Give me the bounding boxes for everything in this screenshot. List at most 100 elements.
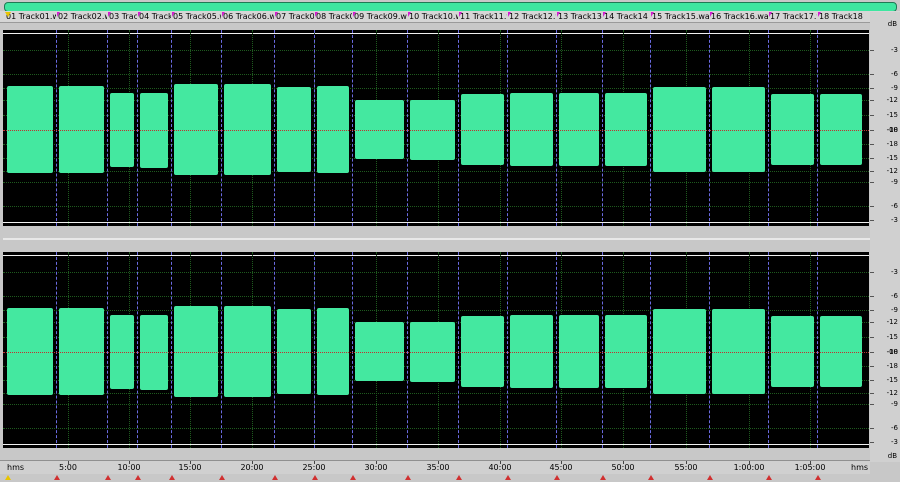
cue-marker-label[interactable]: 13 Track13 [557, 11, 602, 22]
right-channel-waveform[interactable] [3, 252, 869, 448]
cue-marker-icon[interactable] [312, 475, 318, 480]
grid-line-horizontal [3, 428, 869, 429]
cue-marker-line [137, 252, 138, 448]
db-scale-label: -15 [886, 111, 898, 119]
cue-marker-label[interactable]: 03 Track03.wav [108, 11, 137, 22]
cue-marker-label[interactable]: 06 Track06.wav [222, 11, 274, 22]
time-ruler-label: 40:00 [488, 463, 512, 472]
cue-marker-line [556, 30, 557, 226]
db-scale-tick [870, 88, 874, 89]
time-ruler-tick [749, 461, 750, 464]
time-ruler-tick [438, 461, 439, 464]
cue-marker-label[interactable]: 02 Track02.wav [57, 11, 107, 22]
db-scale-tick [870, 310, 874, 311]
time-ruler-label: 25:00 [302, 463, 326, 472]
db-scale-label: -18 [886, 362, 898, 370]
db-scale-label: -6 [891, 292, 898, 300]
db-scale-label: -9 [891, 178, 898, 186]
cue-marker-icon[interactable] [505, 475, 511, 480]
cue-marker-line [556, 252, 557, 448]
time-ruler-label: 15:00 [178, 463, 202, 472]
db-scale-tick [870, 115, 874, 116]
cue-marker-label[interactable]: 10 Track10.wav [408, 11, 458, 22]
db-scale-label: -00 [886, 126, 898, 134]
cue-marker-line [709, 30, 710, 226]
cue-marker-icon[interactable] [135, 475, 141, 480]
db-scale-label: -3 [891, 268, 898, 276]
db-scale-tick [870, 296, 874, 297]
left-channel-waveform[interactable] [3, 30, 869, 226]
cue-marker-line [817, 252, 818, 448]
cue-marker-icon[interactable] [766, 475, 772, 480]
time-ruler-tick [252, 461, 253, 464]
cue-marker-label[interactable]: 16 Track16.wav [710, 11, 768, 22]
cue-marker-icon[interactable] [600, 475, 606, 480]
time-ruler-tick [686, 461, 687, 464]
cue-marker-line [458, 30, 459, 226]
db-unit-label-top: dB [887, 20, 897, 28]
time-ruler-tick [68, 461, 69, 464]
db-scale-label: -3 [891, 438, 898, 446]
time-unit-right: hms [851, 463, 869, 472]
cue-marker-icon[interactable] [219, 475, 225, 480]
cue-marker-line [137, 30, 138, 226]
time-ruler-tick [810, 461, 811, 464]
db-scale-tick [870, 206, 874, 207]
db-scale-tick [870, 272, 874, 273]
cue-marker-icon[interactable] [54, 475, 60, 480]
cue-marker-icon[interactable] [648, 475, 654, 480]
cue-marker-line [817, 30, 818, 226]
cue-marker-line [507, 252, 508, 448]
cue-marker-icon[interactable] [554, 475, 560, 480]
cue-marker-icon[interactable] [350, 475, 356, 480]
db-scale-label: -12 [886, 167, 898, 175]
cue-marker-label[interactable]: 05 Track05.wav [172, 11, 221, 22]
cue-marker-icon[interactable] [405, 475, 411, 480]
center-line [3, 352, 869, 353]
time-ruler-label: 1:05:00 [794, 463, 826, 472]
cue-marker-label[interactable]: 09 Track09.wav [353, 11, 407, 22]
db-scale-tick [870, 158, 874, 159]
cue-marker-label[interactable]: 14 Track14 [603, 11, 650, 22]
cue-marker-line [274, 252, 275, 448]
cue-marker-line [171, 252, 172, 448]
time-ruler-tick [623, 461, 624, 464]
cue-marker-line [458, 252, 459, 448]
time-ruler[interactable]: hms hms 5:00 10:00 15:00 20:00 25:00 30:00 35:… [0, 460, 870, 475]
time-ruler-tick [500, 461, 501, 464]
db-scale-label: -9 [891, 400, 898, 408]
cue-marker-icon[interactable] [815, 475, 821, 480]
cue-marker-label[interactable]: 15 Track15.wav [651, 11, 709, 22]
db-scale-tick [870, 404, 874, 405]
cue-marker-label[interactable]: 11 Track11.wav [459, 11, 507, 22]
db-scale-tick [870, 442, 874, 443]
start-marker-icon[interactable] [5, 475, 11, 480]
db-scale-tick [870, 337, 874, 338]
db-scale-tick [870, 74, 874, 75]
cue-marker-icon[interactable] [169, 475, 175, 480]
cue-marker-icon[interactable] [105, 475, 111, 480]
cue-marker-label[interactable]: 07 Track07.wav [275, 11, 314, 22]
cue-marker-label[interactable]: 18 Track18 [818, 11, 865, 22]
clip-line [3, 222, 869, 223]
db-scale-label: -15 [886, 376, 898, 384]
cue-marker-label[interactable]: 04 Track04.wav [138, 11, 171, 22]
time-ruler-label: 10:00 [117, 463, 141, 472]
cue-marker-label[interactable]: 12 Track12.wav [508, 11, 556, 22]
cue-marker-icon[interactable] [456, 475, 462, 480]
cue-marker-label[interactable]: 17 Track17.wav [769, 11, 817, 22]
cue-marker-line [107, 30, 108, 226]
db-scale-tick [870, 130, 874, 131]
db-scale-label: -6 [891, 202, 898, 210]
db-scale-label: -12 [886, 96, 898, 104]
db-scale-tick [870, 380, 874, 381]
grid-line-horizontal [3, 206, 869, 207]
cue-marker-line [221, 252, 222, 448]
cue-marker-icon[interactable] [272, 475, 278, 480]
grid-line-horizontal [3, 404, 869, 405]
cue-marker-line [352, 252, 353, 448]
cue-marker-label[interactable]: 08 Track08.wav [315, 11, 352, 22]
marker-row [0, 474, 900, 482]
cue-marker-icon[interactable] [707, 475, 713, 480]
cue-marker-label[interactable]: 01 Track01.wav [5, 11, 56, 22]
